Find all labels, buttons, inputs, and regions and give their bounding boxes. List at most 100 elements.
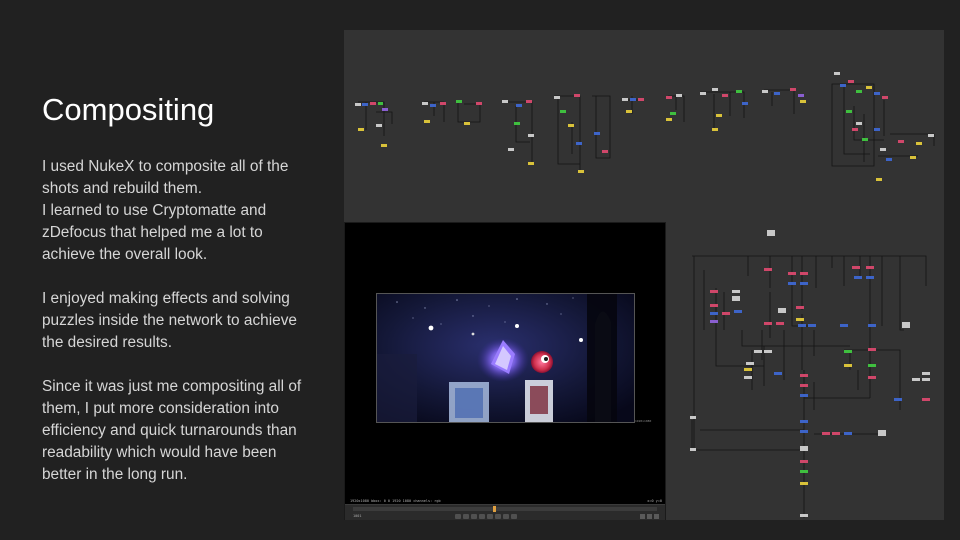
graph-node <box>430 104 436 107</box>
graph-node <box>898 140 904 143</box>
timeline-playhead[interactable] <box>493 506 496 512</box>
graph-node <box>800 384 808 387</box>
graph-node <box>710 320 718 323</box>
step-back-icon[interactable] <box>463 514 469 519</box>
graph-node <box>712 128 718 131</box>
graph-node <box>844 432 852 435</box>
graph-node <box>378 102 383 105</box>
graph-node <box>822 432 830 435</box>
graph-node <box>916 142 922 145</box>
graph-node <box>800 282 808 285</box>
graph-node <box>764 268 772 271</box>
viewer-format-label: 1920x1080 <box>635 419 652 423</box>
graph-node <box>742 102 748 105</box>
graph-node <box>424 120 430 123</box>
graph-node <box>800 420 808 423</box>
step-forward-icon[interactable] <box>495 514 501 519</box>
first-frame-icon[interactable] <box>455 514 461 519</box>
graph-node <box>716 114 722 117</box>
timeline-bar[interactable]: 1001 <box>345 504 665 520</box>
play-backward-icon[interactable] <box>471 514 477 519</box>
graph-node <box>744 368 752 371</box>
graph-node <box>722 312 730 315</box>
lower-nodes[interactable] <box>690 230 930 517</box>
text-line: the desired results. <box>42 334 173 351</box>
graph-node <box>798 324 806 327</box>
play-forward-icon[interactable] <box>487 514 493 519</box>
graph-node <box>764 350 772 353</box>
graph-node <box>710 304 718 307</box>
graph-node <box>868 364 876 367</box>
timeline-track[interactable] <box>353 507 657 511</box>
text-line: better in the long run. <box>42 466 188 483</box>
graph-node <box>840 84 846 87</box>
graph-node <box>856 90 862 93</box>
graph-node <box>800 430 808 433</box>
graph-node <box>800 100 806 103</box>
graph-node <box>868 376 876 379</box>
fullscreen-icon[interactable] <box>640 514 645 519</box>
paragraph-efficiency: Since it was just me compositing all of … <box>42 376 332 486</box>
graph-node <box>840 324 848 327</box>
graph-node <box>796 318 804 321</box>
graph-node <box>576 142 582 145</box>
viewer-tools <box>640 514 659 519</box>
viewer-frame[interactable] <box>376 293 635 423</box>
graph-node <box>800 394 808 397</box>
graph-node <box>866 276 874 279</box>
graph-node <box>722 94 728 97</box>
graph-node <box>514 122 520 125</box>
graph-node <box>362 103 368 106</box>
graph-node <box>578 170 584 173</box>
graph-node <box>744 376 752 379</box>
settings-icon[interactable] <box>647 514 652 519</box>
graph-node <box>844 350 852 353</box>
paragraph-tools: I used NukeX to composite all of the sho… <box>42 156 332 266</box>
graph-node <box>422 102 428 105</box>
graph-node <box>874 92 880 95</box>
text-line: I used NukeX to composite all of the <box>42 158 289 175</box>
text-line: Since it was just me compositing all of <box>42 378 302 395</box>
graph-node <box>381 144 387 147</box>
text-line: achieve the overall look. <box>42 246 208 263</box>
text-line: puzzles inside the network to achieve <box>42 312 297 329</box>
graph-node <box>882 96 888 99</box>
lock-icon[interactable] <box>654 514 659 519</box>
graph-node <box>382 108 388 111</box>
current-frame-field[interactable]: 1001 <box>353 514 361 518</box>
graph-node <box>800 482 808 485</box>
graph-node <box>700 92 706 95</box>
graph-node <box>800 446 808 451</box>
graph-node <box>666 96 672 99</box>
graph-node <box>876 178 882 181</box>
graph-node <box>796 306 804 309</box>
graph-node <box>852 128 858 131</box>
graph-node <box>560 110 566 113</box>
graph-node <box>528 134 534 137</box>
slide-text-panel: Compositing I used NukeX to composite al… <box>0 0 344 540</box>
stop-icon[interactable] <box>479 514 485 519</box>
paragraph-effects: I enjoyed making effects and solving puz… <box>42 288 332 354</box>
graph-node <box>690 448 696 451</box>
render-preview-image <box>377 294 634 422</box>
graph-node <box>676 94 682 97</box>
graph-node <box>516 104 522 107</box>
graph-node <box>922 378 930 381</box>
graph-node <box>862 138 868 141</box>
graph-node <box>712 88 718 91</box>
graph-node <box>902 322 910 328</box>
nuke-viewer[interactable]: 1920x1080 1920x1080 bbox: 0 0 1920 1080 … <box>344 222 666 520</box>
graph-node <box>762 90 768 93</box>
graph-node <box>355 103 361 106</box>
graph-node <box>776 322 784 325</box>
graph-node <box>852 266 860 269</box>
text-line: readability which would have been <box>42 444 277 461</box>
graph-node <box>554 96 560 99</box>
last-frame-icon[interactable] <box>503 514 509 519</box>
graph-node <box>790 88 796 91</box>
graph-node <box>774 92 780 95</box>
loop-icon[interactable] <box>511 514 517 519</box>
upper-nodes[interactable] <box>355 72 934 181</box>
graph-node <box>630 98 636 101</box>
graph-node <box>800 470 808 473</box>
